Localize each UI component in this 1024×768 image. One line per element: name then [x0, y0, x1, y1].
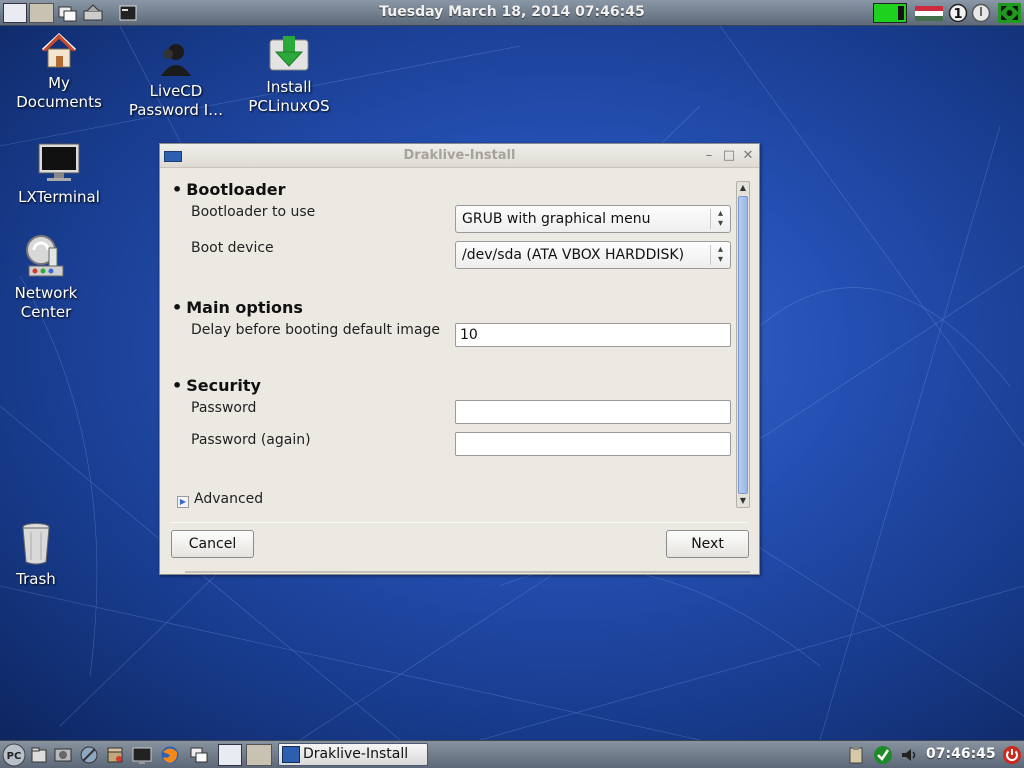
home-folder-icon — [41, 32, 77, 68]
bullet-icon: • — [172, 180, 183, 199]
firefox-icon[interactable] — [160, 745, 180, 765]
scroll-down-icon[interactable]: ▼ — [737, 495, 749, 507]
boot-device-combo[interactable]: /dev/sda (ATA VBOX HARDDISK) ▴ ▾ — [455, 241, 731, 269]
delay-value: 10 — [460, 327, 478, 343]
volume-icon[interactable] — [899, 745, 919, 765]
password-again-input[interactable] — [455, 432, 731, 456]
bottom-clock[interactable]: 07:46:45 — [926, 746, 996, 762]
maximize-icon[interactable]: □ — [721, 148, 737, 164]
close-icon[interactable]: ✕ — [740, 148, 756, 164]
windows-switch-icon[interactable] — [189, 745, 209, 765]
desktop-icon-label-line2: PCLinuxOS — [248, 97, 330, 115]
updates-icon[interactable] — [971, 3, 991, 23]
desktop-icon-label-line2: Center — [20, 303, 72, 321]
keyboard-layout-flag-icon[interactable] — [914, 3, 944, 23]
section-bootloader: • Bootloader — [172, 180, 286, 199]
workspace-number-icon[interactable]: 1 — [948, 3, 968, 23]
desktop-icon-label-line1: Trash — [16, 570, 56, 588]
desktop-icon-label-line2: Password I… — [128, 101, 224, 119]
bootloader-combo[interactable]: GRUB with graphical menu ▴ ▾ — [455, 205, 731, 233]
window-titlebar[interactable]: Draklive-Install – □ ✕ — [160, 144, 759, 168]
cancel-button[interactable]: Cancel — [171, 530, 254, 558]
combo-arrows-icon: ▴ ▾ — [710, 209, 730, 229]
files-icon[interactable] — [29, 745, 49, 765]
desktop-icon-livecd-password[interactable]: LiveCD Password I… — [120, 40, 232, 120]
desktop-icon-network-center[interactable]: Network Center — [4, 234, 88, 322]
next-button[interactable]: Next — [666, 530, 749, 558]
password-again-label: Password (again) — [191, 432, 311, 448]
trash-can-icon — [22, 523, 50, 565]
advanced-label: Advanced — [194, 491, 264, 507]
scrollbar-thumb[interactable] — [738, 196, 748, 494]
desktop-icon-label-line1: Network — [14, 284, 78, 302]
bootloader-value: GRUB with graphical menu — [462, 211, 651, 227]
monitor-icon — [38, 143, 80, 181]
update-ok-check-icon[interactable] — [873, 745, 893, 765]
desktop-icon-label-line1: My — [48, 74, 70, 92]
bottom-panel: PC Draklive-Install 07:46:45 — [0, 740, 1024, 768]
section-title-bootloader: Bootloader — [186, 180, 286, 199]
desktop-pager-1[interactable] — [218, 744, 242, 766]
system-settings-icon[interactable] — [53, 745, 73, 765]
desktop-icon-lxterminal[interactable]: LXTerminal — [8, 142, 110, 207]
advanced-expander[interactable]: ▶ Advanced — [177, 491, 263, 508]
separator — [170, 522, 748, 523]
desktop-icon-install-pclinuxos[interactable]: Install PCLinuxOS — [238, 34, 340, 116]
window-title: Draklive-Install — [403, 148, 516, 163]
top-datetime: Tuesday March 18, 2014 07:46:45 — [379, 4, 645, 20]
window-bottom-strip — [185, 571, 750, 573]
password-input[interactable] — [455, 400, 731, 424]
app-icon — [282, 746, 300, 763]
desktop-icon-label-line2: Documents — [16, 93, 102, 111]
svg-text:1: 1 — [953, 7, 962, 22]
user-silhouette-icon — [161, 44, 191, 76]
taskbar-button-label: Draklive-Install — [303, 746, 409, 762]
combo-arrows-icon: ▴ ▾ — [710, 245, 730, 265]
pclinuxos-menu-icon[interactable]: PC — [2, 743, 26, 767]
draklive-install-window: Draklive-Install – □ ✕ • Bootloader Bootl… — [159, 143, 760, 575]
vertical-scrollbar[interactable]: ▲ ▼ — [736, 181, 750, 508]
taskbar-button-draklive-install[interactable]: Draklive-Install — [278, 743, 428, 766]
desktop-icon-my-documents[interactable]: My Documents — [8, 30, 110, 112]
section-main-options: • Main options — [172, 298, 303, 317]
desktop-icon-label-line1: Install — [266, 78, 312, 96]
scroll-up-icon[interactable]: ▲ — [737, 182, 749, 194]
desktop-pager-2[interactable] — [246, 744, 272, 766]
desktop-icon-label-line1: LiveCD — [149, 82, 203, 100]
power-icon[interactable] — [1002, 745, 1022, 765]
delay-label: Delay before booting default image — [191, 322, 441, 338]
clipboard-icon[interactable] — [846, 745, 866, 765]
package-manager-icon[interactable] — [105, 745, 125, 765]
svg-text:PC: PC — [7, 751, 22, 762]
terminal-icon[interactable] — [132, 745, 152, 765]
password-label: Password — [191, 400, 257, 416]
bootloader-label: Bootloader to use — [191, 204, 316, 220]
bullet-icon: • — [172, 298, 183, 317]
bullet-icon: • — [172, 376, 183, 395]
section-title-security: Security — [186, 376, 261, 395]
control-center-icon[interactable] — [79, 745, 99, 765]
delay-input[interactable]: 10 — [455, 323, 731, 347]
top-panel: Tuesday March 18, 2014 07:46:45 1 — [0, 0, 1024, 26]
boot-device-value: /dev/sda (ATA VBOX HARDDISK) — [462, 247, 685, 263]
install-download-icon — [269, 36, 309, 71]
desktop-icon-label-line1: LXTerminal — [18, 188, 100, 206]
minimize-icon[interactable]: – — [701, 148, 717, 164]
expander-arrow-icon: ▶ — [177, 496, 189, 508]
desktop-icon-trash[interactable]: Trash — [4, 522, 68, 589]
section-title-main-options: Main options — [186, 298, 303, 317]
section-security: • Security — [172, 376, 261, 395]
cpu-monitor-icon — [873, 3, 907, 23]
network-center-icon — [26, 235, 64, 277]
fullscreen-arrows-icon[interactable] — [998, 3, 1021, 23]
boot-device-label: Boot device — [191, 240, 274, 256]
